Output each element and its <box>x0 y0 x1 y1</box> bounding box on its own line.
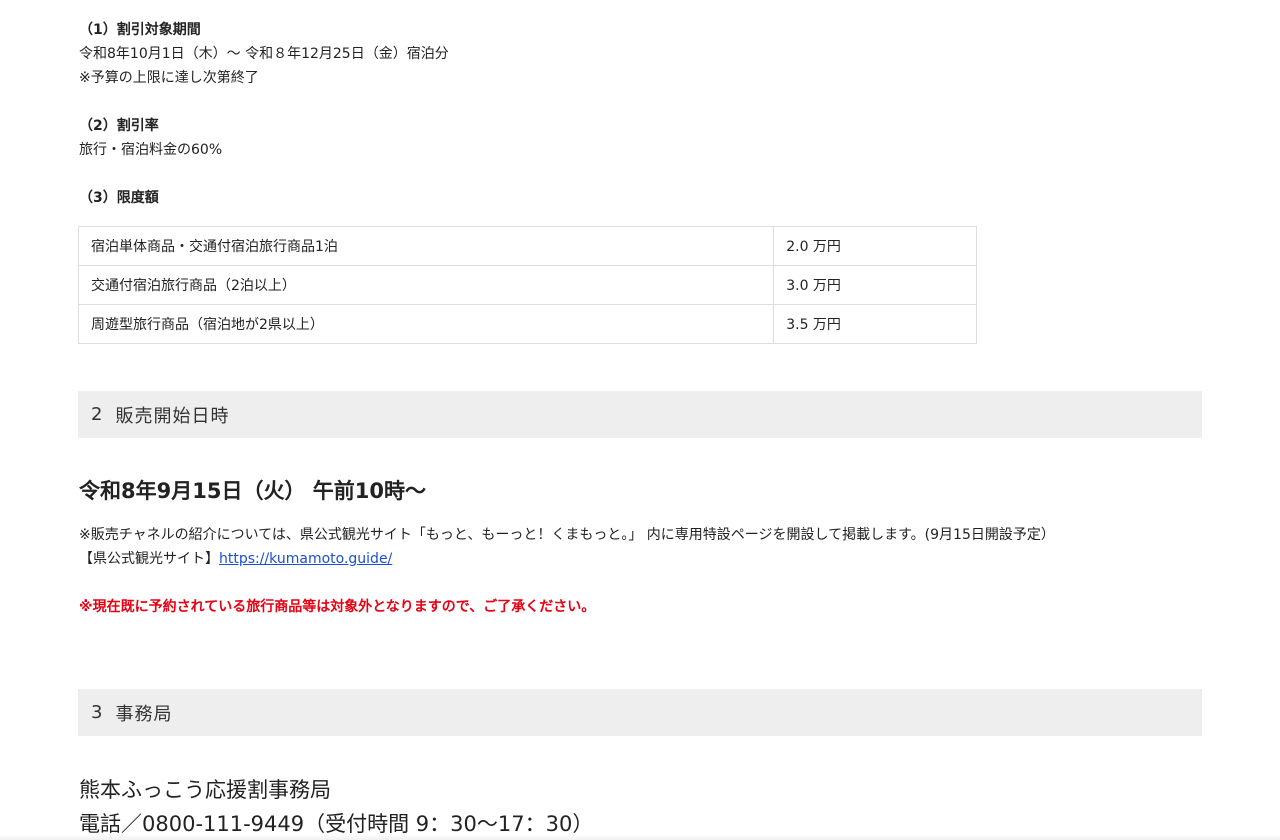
period-heading: （1）割引対象期間 <box>79 22 201 38</box>
site-link[interactable]: https://kumamoto.guide/ <box>219 551 392 567</box>
channel-note: ※販売チャネルの紹介については、県公式観光サイト「もっと、もーっと！くまもっと。… <box>79 527 1055 543</box>
limit-item-cell: 交通付宿泊旅行商品（2泊以上） <box>77 265 775 305</box>
limit-amount-cell: 3.0 万円 <box>773 265 977 305</box>
table-row: 交通付宿泊旅行商品（2泊以上） 3.0 万円 <box>77 265 977 305</box>
section-header-sales-start: 2 販売開始日時 <box>78 391 1202 438</box>
sales-start-date: 令和8年9月15日（火） 午前10時〜 <box>79 479 426 503</box>
limit-item-cell: 宿泊単体商品・交通付宿泊旅行商品1泊 <box>77 226 775 266</box>
section-title: 販売開始日時 <box>115 405 230 427</box>
limit-table: 宿泊単体商品・交通付宿泊旅行商品1泊 2.0 万円 交通付宿泊旅行商品（2泊以上… <box>77 226 977 344</box>
section-header-office: 3 事務局 <box>78 689 1202 736</box>
period-note: ※予算の上限に達し次第終了 <box>79 70 259 86</box>
site-label: 【県公式観光サイト】 <box>79 551 219 567</box>
table-row: 宿泊単体商品・交通付宿泊旅行商品1泊 2.0 万円 <box>77 226 977 266</box>
limit-heading: （3）限度額 <box>79 190 159 206</box>
table-row: 周遊型旅行商品（宿泊地が2県以上） 3.5 万円 <box>77 304 977 344</box>
section-number: 3 <box>91 702 104 723</box>
warning-note: ※現在既に予約されている旅行商品等は対象外となりますので、ご了承ください。 <box>79 599 596 615</box>
office-name: 熊本ふっこう応援割事務局 <box>79 778 331 802</box>
bottom-edge-shadow <box>0 834 1280 840</box>
limit-amount-cell: 3.5 万円 <box>773 304 977 344</box>
section-number: 2 <box>91 404 104 425</box>
limit-item-cell: 周遊型旅行商品（宿泊地が2県以上） <box>77 304 775 344</box>
section-title: 事務局 <box>115 703 173 725</box>
site-line: 【県公式観光サイト】https://kumamoto.guide/ <box>79 547 392 571</box>
period-text: 令和8年10月1日（木）〜 令和８年12月25日（金）宿泊分 <box>79 46 449 62</box>
limit-amount-cell: 2.0 万円 <box>773 226 977 266</box>
rate-heading: （2）割引率 <box>79 118 159 134</box>
rate-text: 旅行・宿泊料金の60% <box>79 142 223 158</box>
